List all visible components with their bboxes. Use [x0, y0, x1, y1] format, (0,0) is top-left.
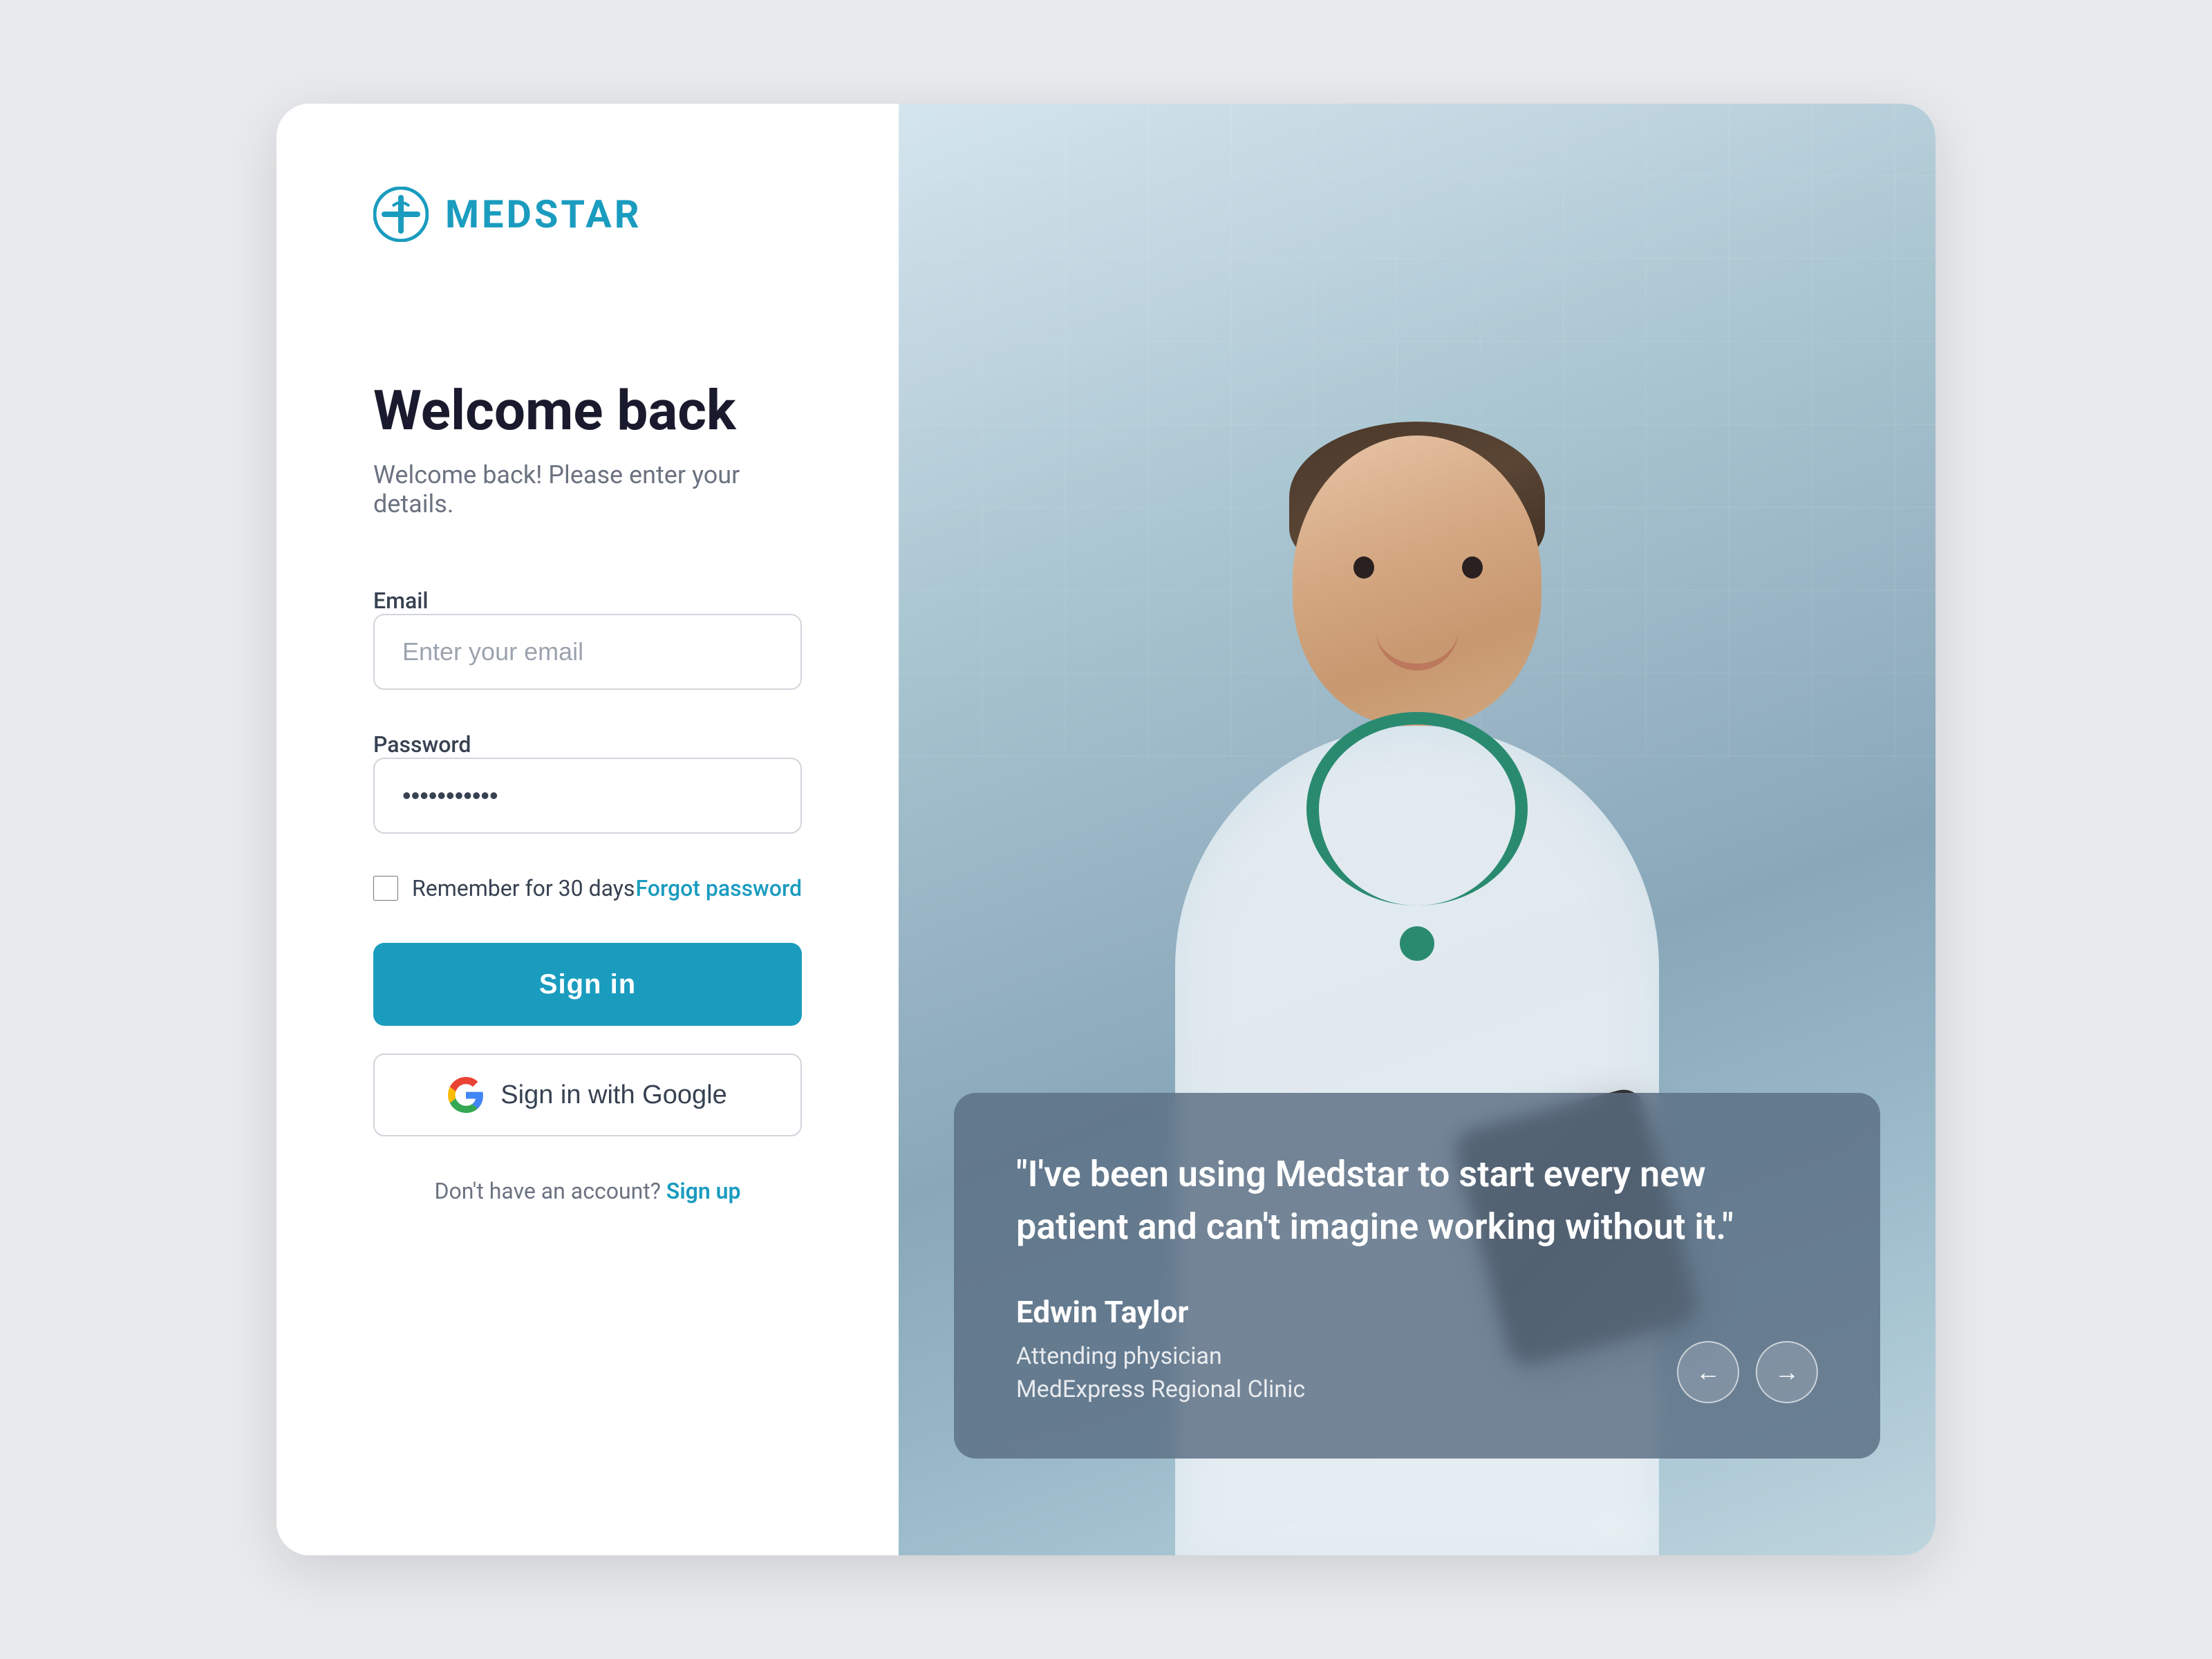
password-input[interactable] — [373, 758, 802, 834]
right-panel: "I've been using Medstar to start every … — [899, 104, 1936, 1555]
email-label: Email — [373, 588, 429, 614]
testimonial-quote: "I've been using Medstar to start every … — [1016, 1148, 1818, 1253]
options-row: Remember for 30 days Forgot password — [373, 875, 802, 901]
next-testimonial-button[interactable]: → — [1756, 1341, 1818, 1403]
doctor-smile — [1376, 629, 1459, 671]
forgot-password-link[interactable]: Forgot password — [636, 875, 803, 901]
form-section: Welcome back Welcome back! Please enter … — [373, 380, 802, 1472]
remember-checkbox[interactable] — [373, 876, 398, 901]
logo-area: MEDSTAR — [373, 187, 802, 242]
welcome-subtitle: Welcome back! Please enter your details. — [373, 460, 802, 518]
google-signin-button[interactable]: Sign in with Google — [373, 1053, 802, 1136]
remember-row: Remember for 30 days — [373, 875, 635, 901]
signup-row: Don't have an account? Sign up — [373, 1178, 802, 1204]
doctor-head — [1293, 435, 1541, 726]
signup-link[interactable]: Sign up — [666, 1178, 741, 1204]
remember-label: Remember for 30 days — [412, 875, 635, 901]
testimonial-overlay: "I've been using Medstar to start every … — [954, 1093, 1880, 1459]
sign-in-button[interactable]: Sign in — [373, 943, 802, 1026]
testimonial-author-name: Edwin Taylor — [1016, 1294, 1818, 1330]
doctor-eye-right — [1462, 556, 1483, 579]
email-input[interactable] — [373, 614, 802, 690]
login-card: MEDSTAR Welcome back Welcome back! Pleas… — [276, 104, 1936, 1555]
prev-testimonial-button[interactable]: ← — [1677, 1341, 1739, 1403]
doctor-eye-left — [1353, 556, 1374, 579]
left-panel: MEDSTAR Welcome back Welcome back! Pleas… — [276, 104, 899, 1555]
no-account-text: Don't have an account? — [434, 1178, 666, 1204]
medstar-logo-icon — [373, 187, 429, 242]
welcome-title: Welcome back — [373, 380, 802, 441]
google-icon — [448, 1077, 484, 1113]
doctor-stethoscope — [1306, 712, 1528, 906]
google-signin-label: Sign in with Google — [500, 1080, 727, 1110]
testimonial-nav: ← → — [1677, 1341, 1818, 1403]
logo-text: MEDSTAR — [445, 191, 642, 237]
password-label: Password — [373, 731, 471, 758]
